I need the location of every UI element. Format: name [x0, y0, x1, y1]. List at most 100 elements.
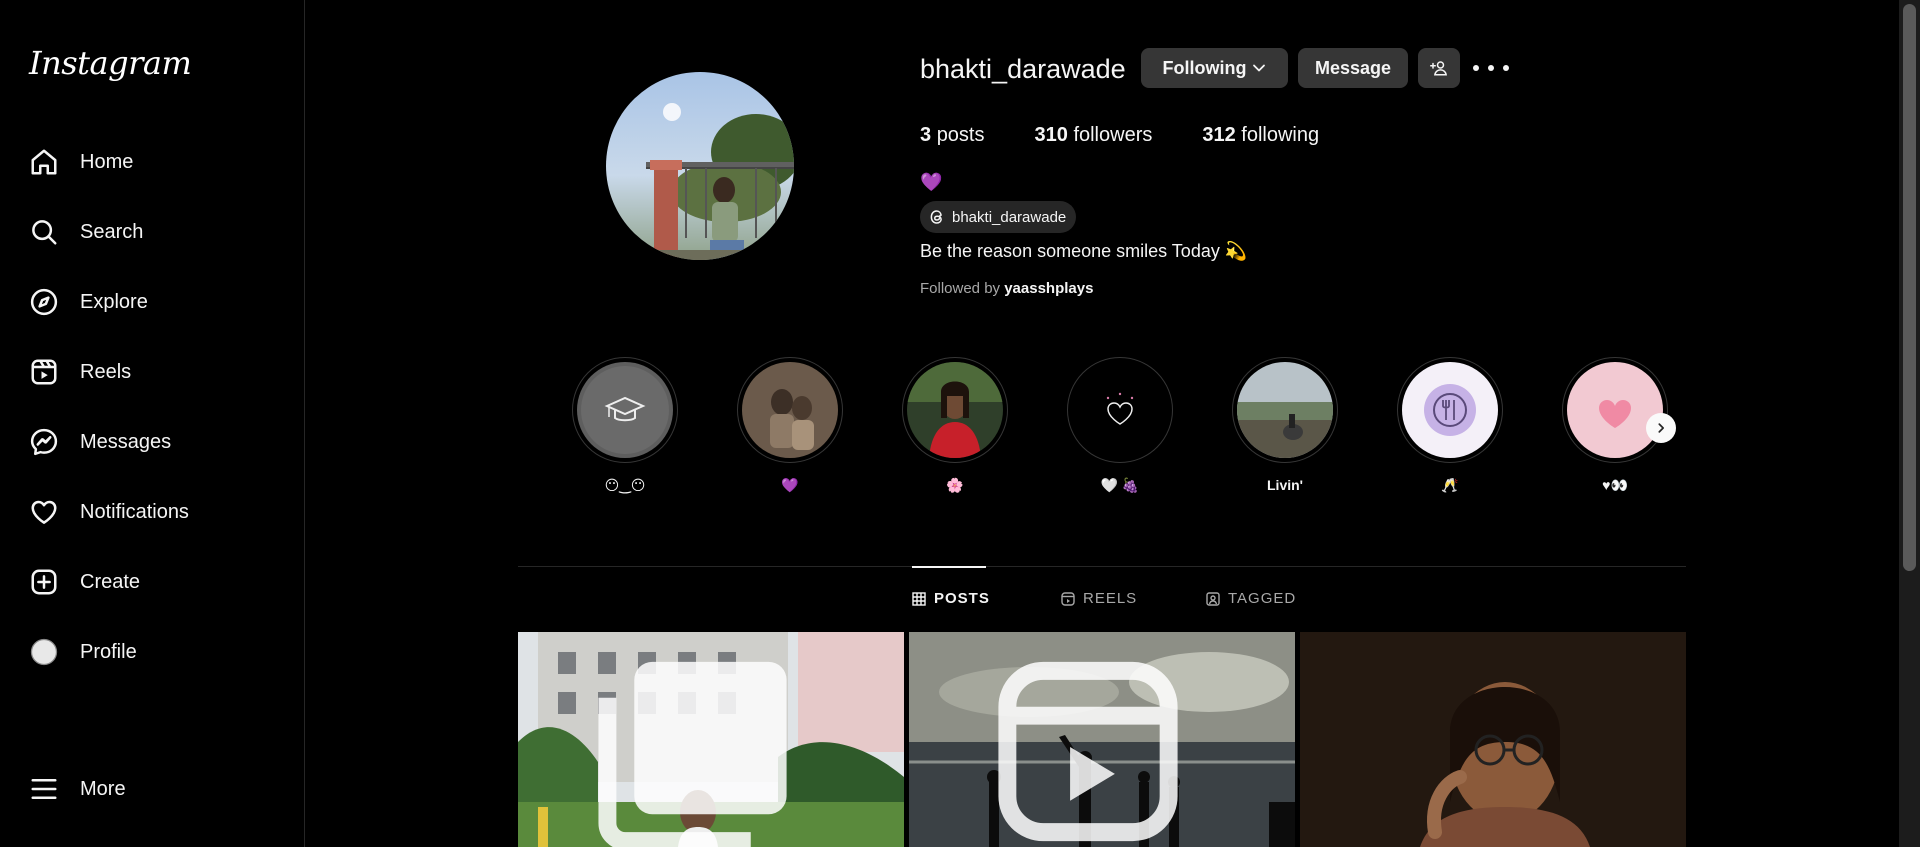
- home-icon: [22, 140, 66, 184]
- sidebar-item-messages[interactable]: Messages: [22, 416, 282, 468]
- highlight-ring: [737, 357, 843, 463]
- highlight-item[interactable]: 🤍 🍇: [1065, 357, 1175, 494]
- following-count: 312: [1202, 124, 1236, 146]
- hamburger-menu-icon: [22, 767, 66, 811]
- highlight-label: Livin': [1267, 477, 1303, 493]
- sidebar-item-label: Messages: [80, 430, 172, 453]
- plus-square-icon: [22, 560, 66, 604]
- sidebar-item-label: Profile: [80, 640, 137, 663]
- highlight-ring: [1232, 357, 1338, 463]
- posts-label: posts: [936, 124, 985, 146]
- sidebar-item-label: Explore: [80, 290, 148, 313]
- chevron-down-icon: [1253, 64, 1266, 72]
- profile-stats: 3 posts 310 followers 312 following: [920, 124, 1369, 147]
- tab-label: REELS: [1083, 590, 1138, 607]
- heart-doodle-icon: [1072, 362, 1168, 458]
- followers-count: 310: [1034, 124, 1068, 146]
- highlight-item[interactable]: Livin': [1230, 357, 1340, 493]
- post-image: [1300, 632, 1686, 847]
- page-scrollbar[interactable]: [1899, 0, 1920, 847]
- followed-by-user: yaasshplays: [1004, 280, 1094, 297]
- tab-label: TAGGED: [1228, 590, 1297, 607]
- sidebar-item-label: Search: [80, 220, 144, 243]
- dot: [1473, 65, 1479, 71]
- highlight-ring: [1562, 357, 1668, 463]
- grid-icon: [912, 591, 926, 606]
- dot: [1488, 65, 1494, 71]
- highlight-label: 💜: [781, 477, 799, 493]
- followers-label: followers: [1073, 124, 1153, 146]
- tabs-divider: [518, 566, 1686, 567]
- threads-handle: bhakti_darawade: [952, 208, 1067, 226]
- scrollbar-thumb[interactable]: [1903, 4, 1916, 571]
- graduation-cap-icon: [577, 362, 673, 458]
- sidebar-item-profile[interactable]: Profile: [22, 626, 282, 678]
- highlight-ring: [572, 357, 678, 463]
- heart-icon: [1567, 362, 1663, 458]
- multi-photo-icon: [598, 661, 787, 847]
- highlight-label: 🥂: [1441, 477, 1459, 493]
- highlight-ring: [902, 357, 1008, 463]
- sidebar-item-home[interactable]: Home: [22, 136, 282, 188]
- highlight-ring: [1067, 357, 1173, 463]
- heart-icon: [22, 490, 66, 534]
- threads-link[interactable]: bhakti_darawade: [920, 201, 1077, 233]
- photo-icon: [907, 362, 1003, 458]
- sidebar-item-label: Create: [80, 570, 141, 593]
- message-button[interactable]: Message: [1298, 48, 1408, 88]
- highlight-label: ♥👀: [1602, 477, 1628, 493]
- sidebar: Instagram Home Search Explore Reels Mess…: [0, 0, 305, 847]
- suggest-users-button[interactable]: [1418, 48, 1460, 88]
- following-label: following: [1241, 124, 1320, 146]
- highlight-label: 🌸: [946, 477, 964, 493]
- sidebar-item-label: More: [80, 777, 126, 800]
- photo-icon: [1237, 362, 1333, 458]
- highlight-label: 😶‿😶: [604, 477, 646, 493]
- active-tab-indicator: [912, 566, 986, 568]
- followed-by-prefix: Followed by: [920, 280, 1001, 297]
- sidebar-item-notifications[interactable]: Notifications: [22, 486, 282, 538]
- reels-icon: [998, 661, 1178, 842]
- message-button-label: Message: [1314, 57, 1392, 78]
- tab-reels[interactable]: REELS: [1061, 590, 1137, 607]
- reels-icon: [22, 350, 66, 394]
- profile-photo: [606, 72, 794, 260]
- sidebar-item-more[interactable]: More: [22, 763, 282, 815]
- reels-icon: [1061, 591, 1075, 606]
- posts-stat: 3 posts: [920, 124, 985, 147]
- highlight-item[interactable]: 😶‿😶: [570, 357, 680, 494]
- sidebar-item-label: Home: [80, 150, 134, 173]
- following-button[interactable]: Following: [1141, 48, 1288, 88]
- bio-emoji: 💜: [920, 172, 943, 192]
- sidebar-item-label: Reels: [80, 360, 132, 383]
- instagram-logo[interactable]: Instagram: [29, 44, 192, 82]
- highlight-label: 🤍 🍇: [1100, 477, 1140, 493]
- profile-avatar[interactable]: [606, 72, 794, 260]
- followed-by[interactable]: Followed by yaasshplays: [920, 280, 1093, 297]
- add-user-icon: [1430, 61, 1447, 76]
- highlight-item[interactable]: 🥂: [1395, 357, 1505, 494]
- highlight-item[interactable]: 💜: [735, 357, 845, 494]
- compass-icon: [22, 280, 66, 324]
- post-thumbnail[interactable]: [909, 632, 1295, 847]
- highlights-next-button[interactable]: [1646, 413, 1676, 443]
- sidebar-item-create[interactable]: Create: [22, 556, 282, 608]
- bio-text: Be the reason someone smiles Today 💫: [920, 241, 1248, 261]
- messenger-icon: [22, 420, 66, 464]
- more-options-button[interactable]: [1473, 56, 1509, 80]
- post-thumbnail[interactable]: [1300, 632, 1686, 847]
- sidebar-item-label: Notifications: [80, 500, 189, 523]
- photo-icon: [742, 362, 838, 458]
- dot: [1503, 65, 1509, 71]
- sidebar-item-search[interactable]: Search: [22, 206, 282, 258]
- profile-username: bhakti_darawade: [920, 54, 1126, 84]
- followers-stat[interactable]: 310 followers: [1035, 124, 1153, 147]
- cutlery-icon: [1402, 362, 1498, 458]
- sidebar-item-explore[interactable]: Explore: [22, 276, 282, 328]
- highlight-item[interactable]: 🌸: [900, 357, 1010, 494]
- sidebar-item-reels[interactable]: Reels: [22, 346, 282, 398]
- tab-posts[interactable]: POSTS: [912, 590, 990, 607]
- tab-tagged[interactable]: TAGGED: [1206, 590, 1296, 607]
- following-stat[interactable]: 312 following: [1202, 124, 1319, 147]
- post-thumbnail[interactable]: [518, 632, 904, 847]
